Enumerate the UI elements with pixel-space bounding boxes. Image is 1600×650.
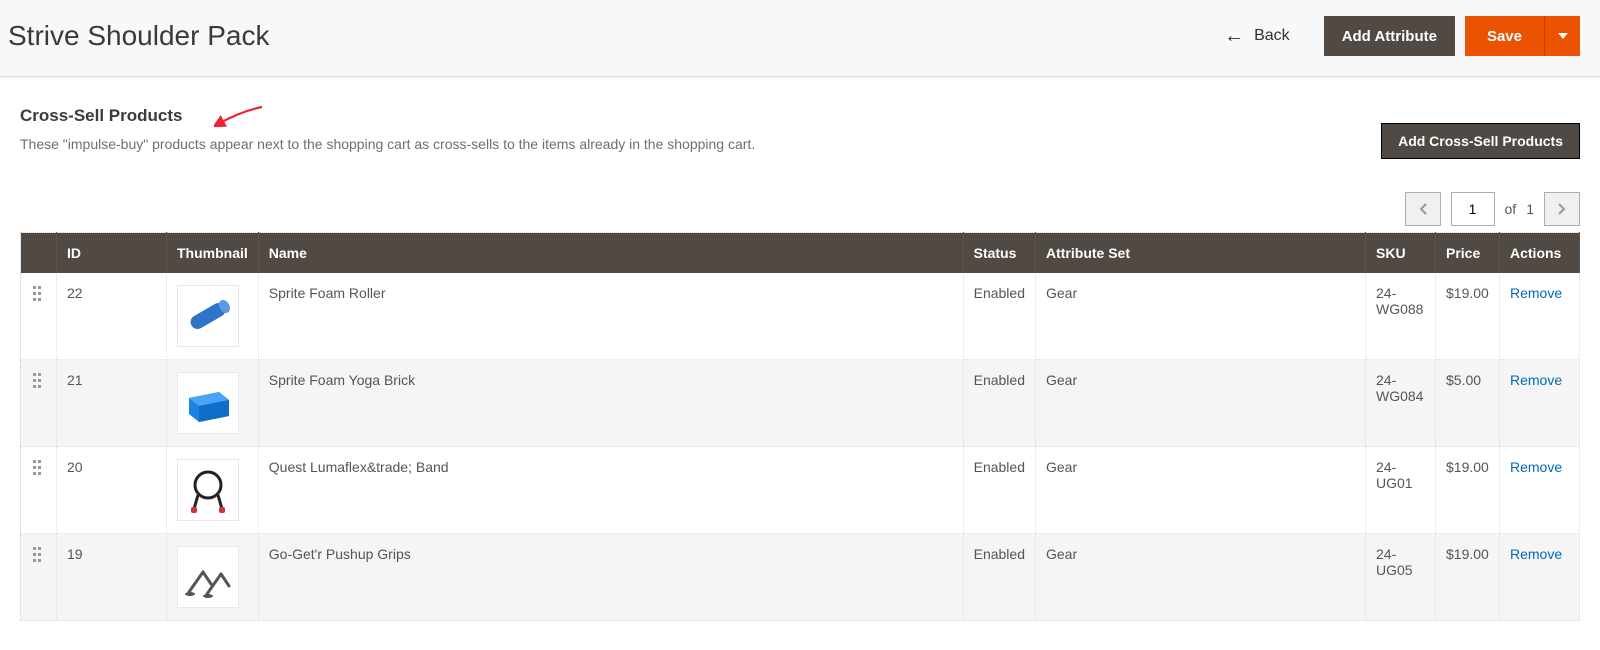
- cell-name: Quest Lumaflex&trade; Band: [258, 447, 963, 534]
- arrow-left-icon: ←: [1224, 26, 1244, 46]
- remove-link[interactable]: Remove: [1510, 285, 1562, 301]
- back-label: Back: [1254, 27, 1290, 45]
- col-thumbnail[interactable]: Thumbnail: [167, 233, 259, 274]
- cell-status: Enabled: [963, 447, 1035, 534]
- cell-name: Sprite Foam Yoga Brick: [258, 360, 963, 447]
- drag-handle-icon[interactable]: [32, 459, 46, 477]
- chevron-down-icon: [1558, 33, 1568, 39]
- section-title: Cross-Sell Products: [20, 106, 183, 126]
- cell-sku: 24-WG088: [1366, 273, 1436, 360]
- cell-status: Enabled: [963, 360, 1035, 447]
- remove-link[interactable]: Remove: [1510, 546, 1562, 562]
- col-price[interactable]: Price: [1436, 233, 1500, 274]
- pager-total: 1: [1526, 201, 1534, 217]
- cell-thumbnail: [167, 447, 259, 534]
- cell-status: Enabled: [963, 273, 1035, 360]
- table-row: 22 Sprite Foam RollerEnabledGear24-WG088…: [21, 273, 1580, 360]
- pager-next-button[interactable]: [1544, 192, 1580, 226]
- cell-name: Go-Get'r Pushup Grips: [258, 534, 963, 621]
- cell-actions: Remove: [1500, 534, 1580, 621]
- product-thumbnail: [177, 372, 239, 434]
- add-attribute-button[interactable]: Add Attribute: [1324, 16, 1455, 56]
- col-attribute-set[interactable]: Attribute Set: [1036, 233, 1366, 274]
- cell-attribute-set: Gear: [1036, 447, 1366, 534]
- pagination: of 1: [20, 192, 1580, 226]
- save-button-group: Save: [1465, 16, 1580, 56]
- product-thumbnail: [177, 285, 239, 347]
- pager-of-label: of: [1505, 201, 1517, 217]
- back-button[interactable]: ← Back: [1224, 26, 1290, 46]
- remove-link[interactable]: Remove: [1510, 372, 1562, 388]
- pager-prev-button[interactable]: [1405, 192, 1441, 226]
- col-name[interactable]: Name: [258, 233, 963, 274]
- product-thumbnail: [177, 546, 239, 608]
- section-header-row: Cross-Sell Products These "impulse-buy" …: [20, 105, 1580, 174]
- col-sku[interactable]: SKU: [1366, 233, 1436, 274]
- grid-header-row: ID Thumbnail Name Status Attribute Set S…: [21, 233, 1580, 274]
- add-cross-sell-products-button[interactable]: Add Cross-Sell Products: [1381, 123, 1580, 159]
- cell-id: 22: [57, 273, 167, 360]
- drag-handle-icon[interactable]: [32, 372, 46, 390]
- pager-current-input[interactable]: [1451, 192, 1495, 226]
- save-button[interactable]: Save: [1465, 16, 1544, 56]
- page-title: Strive Shoulder Pack: [8, 20, 1224, 52]
- chevron-right-icon: [1558, 203, 1566, 215]
- cross-sell-grid: ID Thumbnail Name Status Attribute Set S…: [20, 232, 1580, 621]
- cell-attribute-set: Gear: [1036, 360, 1366, 447]
- drag-handle-icon[interactable]: [32, 546, 46, 564]
- cell-sku: 24-UG01: [1366, 447, 1436, 534]
- table-row: 19 Go-Get'r Pushup GripsEnabledGear24-UG…: [21, 534, 1580, 621]
- section-description: These "impulse-buy" products appear next…: [20, 136, 1381, 152]
- cell-status: Enabled: [963, 534, 1035, 621]
- cell-thumbnail: [167, 273, 259, 360]
- cell-thumbnail: [167, 360, 259, 447]
- section-header-left: Cross-Sell Products These "impulse-buy" …: [20, 105, 1381, 174]
- cell-attribute-set: Gear: [1036, 534, 1366, 621]
- cell-thumbnail: [167, 534, 259, 621]
- cell-price: $19.00: [1436, 273, 1500, 360]
- cell-sku: 24-UG05: [1366, 534, 1436, 621]
- cell-id: 20: [57, 447, 167, 534]
- cell-price: $19.00: [1436, 534, 1500, 621]
- drag-handle-icon[interactable]: [32, 285, 46, 303]
- cell-attribute-set: Gear: [1036, 273, 1366, 360]
- save-dropdown-toggle[interactable]: [1544, 16, 1580, 56]
- section-header-right: Add Cross-Sell Products: [1381, 105, 1580, 159]
- col-drag: [21, 233, 57, 274]
- cell-sku: 24-WG084: [1366, 360, 1436, 447]
- table-row: 20 Quest Lumaflex&trade; BandEnabledGear…: [21, 447, 1580, 534]
- col-actions[interactable]: Actions: [1500, 233, 1580, 274]
- col-status[interactable]: Status: [963, 233, 1035, 274]
- annotation-arrow-icon: [214, 105, 264, 130]
- table-row: 21 Sprite Foam Yoga BrickEnabledGear24-W…: [21, 360, 1580, 447]
- cell-price: $5.00: [1436, 360, 1500, 447]
- page-header: Strive Shoulder Pack ← Back Add Attribut…: [0, 0, 1600, 77]
- cell-actions: Remove: [1500, 273, 1580, 360]
- remove-link[interactable]: Remove: [1510, 459, 1562, 475]
- cell-actions: Remove: [1500, 360, 1580, 447]
- cell-price: $19.00: [1436, 447, 1500, 534]
- product-thumbnail: [177, 459, 239, 521]
- chevron-left-icon: [1419, 203, 1427, 215]
- cell-id: 21: [57, 360, 167, 447]
- cell-actions: Remove: [1500, 447, 1580, 534]
- cross-sell-section: Cross-Sell Products These "impulse-buy" …: [0, 77, 1600, 641]
- cell-name: Sprite Foam Roller: [258, 273, 963, 360]
- cell-id: 19: [57, 534, 167, 621]
- col-id[interactable]: ID: [57, 233, 167, 274]
